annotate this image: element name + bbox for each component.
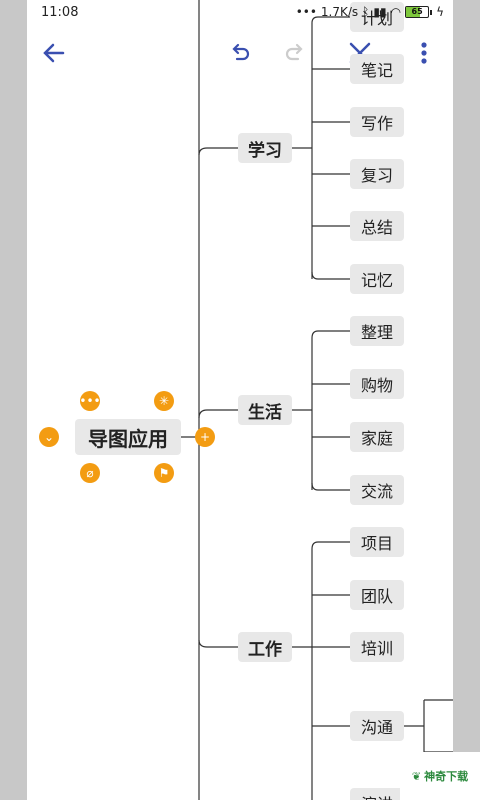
more-menu-button[interactable] — [409, 36, 439, 70]
node-writing[interactable]: 写作 — [350, 107, 404, 137]
node-project[interactable]: 项目 — [350, 527, 404, 557]
status-right: ••• 1.7K/s ᛒ ▮▮ ◠ 65 ϟ — [296, 5, 444, 19]
node-review[interactable]: 复习 — [350, 159, 404, 189]
mindmap-screen: 计划 笔记 写作 复习 总结 记忆 整理 购物 家庭 交流 项目 团队 培训 沟… — [27, 0, 453, 800]
node-organize[interactable]: 整理 — [350, 316, 404, 346]
node-shopping[interactable]: 购物 — [350, 369, 404, 399]
status-bar: 11:08 ••• 1.7K/s ᛒ ▮▮ ◠ 65 ϟ — [0, 0, 480, 26]
node-summary[interactable]: 总结 — [350, 211, 404, 241]
node-notes[interactable]: 笔记 — [350, 54, 404, 84]
node-communication[interactable]: 交流 — [350, 475, 404, 505]
battery-level: 65 — [411, 7, 423, 16]
watermark: ❦ 神奇下载 — [400, 752, 480, 800]
node-memory[interactable]: 记忆 — [350, 264, 404, 294]
node-family[interactable]: 家庭 — [350, 422, 404, 452]
attachment-icon[interactable]: ⌀ — [80, 463, 100, 483]
root-node[interactable]: 导图应用 — [75, 419, 181, 455]
battery-icon: 65 — [405, 6, 433, 18]
node-team[interactable]: 团队 — [350, 580, 404, 610]
node-liaison[interactable]: 沟通 — [350, 711, 404, 741]
node-speech[interactable]: 演讲 — [350, 788, 404, 800]
add-icon[interactable]: + — [195, 427, 215, 447]
branch-life[interactable]: 生活 — [238, 395, 292, 425]
bluetooth-icon: ᛒ — [362, 5, 370, 19]
charging-icon: ϟ — [436, 5, 444, 19]
more-vertical-icon — [421, 42, 427, 64]
network-speed: 1.7K/s — [320, 5, 359, 19]
branch-study[interactable]: 学习 — [238, 133, 292, 163]
status-time: 11:08 — [41, 5, 79, 20]
branch-work[interactable]: 工作 — [238, 632, 292, 662]
collapse-icon[interactable]: ⌄ — [39, 427, 59, 447]
watermark-logo-icon: ❦ — [411, 769, 422, 783]
signal-icon: ▮▮ — [373, 5, 387, 19]
node-training[interactable]: 培训 — [350, 632, 404, 662]
wifi-icon: ◠ — [390, 5, 402, 19]
watermark-text: 神奇下载 — [424, 770, 469, 783]
more-icon[interactable]: ••• — [79, 391, 101, 411]
dots-icon: ••• — [295, 5, 317, 19]
flag-icon[interactable]: ⚑ — [154, 463, 174, 483]
asterisk-icon[interactable]: ✳ — [154, 391, 174, 411]
